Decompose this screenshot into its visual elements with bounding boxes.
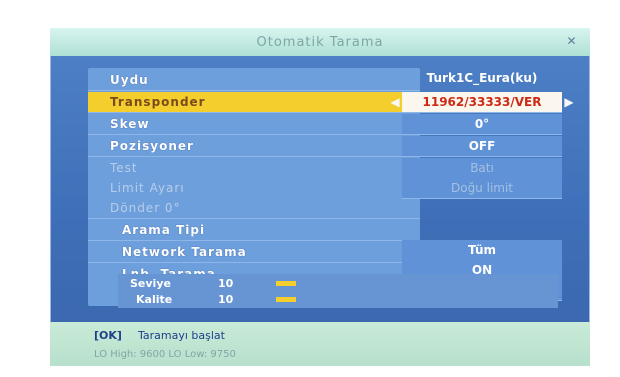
level-value: 10 bbox=[218, 277, 234, 290]
ok-key-label: [OK] bbox=[94, 329, 122, 342]
level-label: Seviye bbox=[130, 277, 171, 290]
settings-values: Turk1C_Eura(ku) ◀ 11962/33333/VER ▶ 0° O… bbox=[390, 68, 574, 306]
positioner-value[interactable]: OFF bbox=[402, 136, 562, 157]
menu-item-label: Transponder bbox=[110, 95, 206, 109]
level-bar bbox=[276, 281, 296, 286]
menu-item-label: Dönder 0° bbox=[110, 201, 181, 215]
menu-item-limit-setting: Limit Ayarı bbox=[88, 178, 420, 198]
divider bbox=[88, 218, 420, 219]
test-value: Batı bbox=[402, 158, 562, 179]
close-icon[interactable]: ✕ bbox=[564, 33, 580, 49]
menu-item-label: Network Tarama bbox=[122, 245, 247, 259]
quality-value: 10 bbox=[218, 293, 234, 306]
menu-item-label: Pozisyoner bbox=[110, 139, 194, 153]
menu-item-label: Arama Tipi bbox=[122, 223, 206, 237]
menu-item-search-type[interactable]: Arama Tipi bbox=[88, 220, 420, 240]
menu-item-label: Test bbox=[110, 161, 138, 175]
satellite-value[interactable]: Turk1C_Eura(ku) bbox=[402, 68, 562, 88]
divider bbox=[88, 134, 420, 135]
search-type-value[interactable]: Tüm bbox=[402, 240, 562, 261]
skew-value[interactable]: 0° bbox=[402, 114, 562, 135]
chevron-left-icon[interactable]: ◀ bbox=[390, 92, 400, 112]
tv-screen: Otomatik Tarama ✕ Uydu Transponder Skew … bbox=[50, 28, 590, 366]
ok-hint: Taramayı başlat bbox=[138, 329, 225, 342]
menu-item-test: Test bbox=[88, 158, 420, 178]
divider bbox=[88, 262, 420, 263]
quality-bar bbox=[276, 297, 296, 302]
divider bbox=[88, 156, 420, 157]
menu-item-label: Skew bbox=[110, 117, 150, 131]
settings-menu: Uydu Transponder Skew Pozisyoner Test Li… bbox=[88, 68, 420, 306]
chevron-right-icon[interactable]: ▶ bbox=[564, 92, 574, 112]
menu-item-positioner[interactable]: Pozisyoner bbox=[88, 136, 420, 156]
divider bbox=[88, 240, 420, 241]
divider bbox=[88, 112, 420, 113]
footer: [OK] Taramayı başlat LO High: 9600 LO Lo… bbox=[50, 322, 590, 366]
menu-item-label: Limit Ayarı bbox=[110, 181, 185, 195]
menu-item-satellite[interactable]: Uydu bbox=[88, 70, 420, 90]
signal-panel: Seviye 10 Kalite 10 bbox=[118, 274, 558, 308]
quality-label: Kalite bbox=[136, 293, 173, 306]
page-title: Otomatik Tarama bbox=[256, 34, 384, 50]
menu-item-rotate-zero: Dönder 0° bbox=[88, 198, 420, 218]
menu-item-network-scan[interactable]: Network Tarama bbox=[88, 242, 420, 262]
lnb-frequency-info: LO High: 9600 LO Low: 9750 bbox=[94, 349, 236, 360]
transponder-value[interactable]: 11962/33333/VER bbox=[402, 92, 562, 113]
menu-item-transponder[interactable]: Transponder bbox=[88, 92, 420, 112]
title-bar: Otomatik Tarama ✕ bbox=[50, 28, 590, 56]
divider bbox=[88, 90, 420, 91]
menu-item-skew[interactable]: Skew bbox=[88, 114, 420, 134]
menu-item-label: Uydu bbox=[110, 73, 149, 87]
limit-value: Doğu limit bbox=[402, 178, 562, 199]
